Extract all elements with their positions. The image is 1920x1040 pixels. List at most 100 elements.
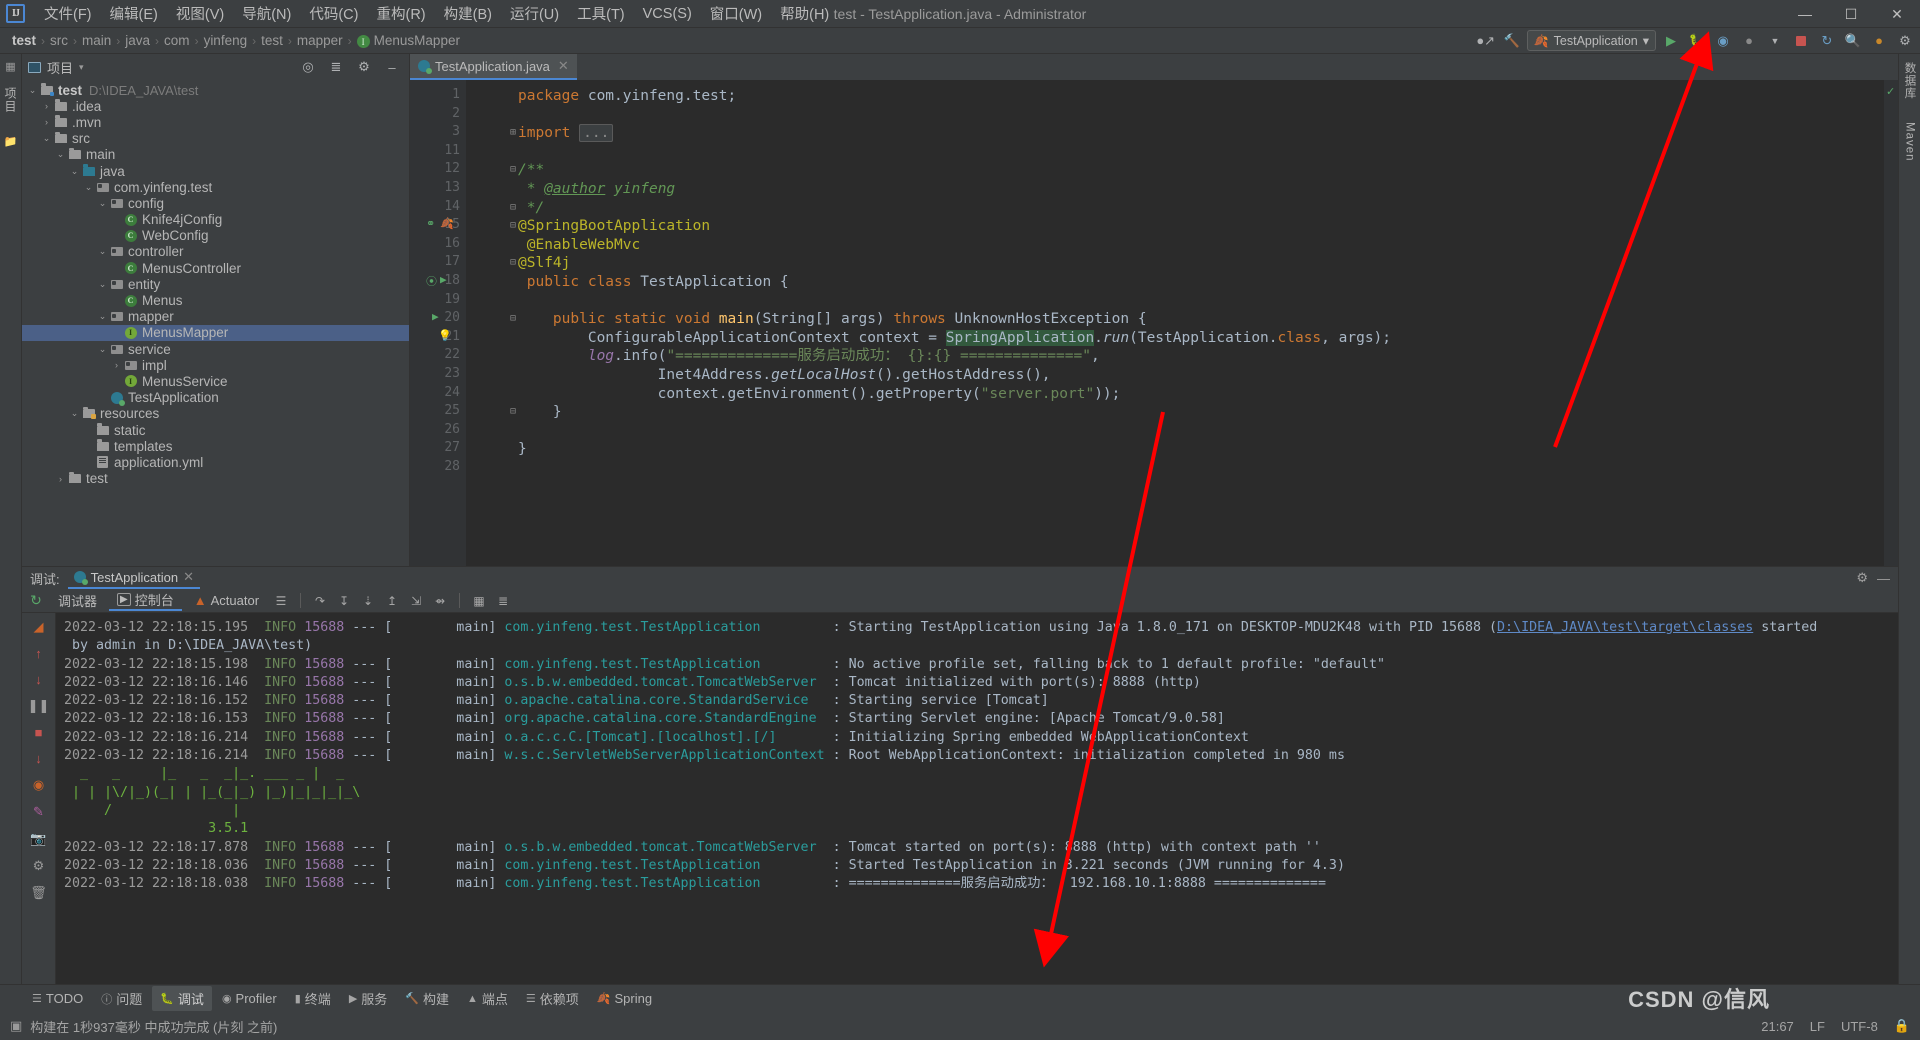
tree-node-Menus[interactable]: ›CMenus xyxy=(22,292,409,308)
tree-node-MenusController[interactable]: ›CMenusController xyxy=(22,260,409,276)
run-icon[interactable]: ▶ xyxy=(1660,30,1682,52)
tree-node-MenusService[interactable]: ›IMenusService xyxy=(22,373,409,389)
tree-node-service[interactable]: ⌄ service xyxy=(22,341,409,357)
status-tab-问题[interactable]: ⓘ 问题 xyxy=(93,986,150,1011)
hammer-icon[interactable]: 🔨 xyxy=(1501,30,1523,52)
tree-node-mapper[interactable]: ⌄ mapper xyxy=(22,309,409,325)
breadcrumb-com[interactable]: com xyxy=(160,33,194,48)
log-link[interactable]: D:\IDEA_JAVA\test\target\classes xyxy=(1497,620,1753,635)
status-tab-终端[interactable]: ▮ 终端 xyxy=(287,986,339,1011)
code-line-24[interactable]: context.getEnvironment().getProperty("se… xyxy=(466,385,1884,404)
tree-node-test[interactable]: › test xyxy=(22,471,409,487)
gutter-line-27[interactable]: 27 xyxy=(410,440,466,459)
code-line-11[interactable] xyxy=(466,143,1884,162)
tree-node-src[interactable]: ⌄ src xyxy=(22,131,409,147)
menu-item-10[interactable]: 窗口(W) xyxy=(701,0,771,27)
trash-icon[interactable]: 🗑 xyxy=(30,885,47,901)
status-tab-构建[interactable]: 🔨 构建 xyxy=(397,986,457,1011)
chevron-down-icon[interactable]: ⌄ xyxy=(54,149,67,160)
profiler-icon[interactable]: ●↗ xyxy=(1475,30,1497,52)
code-line-15[interactable]: ⊟ @SpringBootApplication xyxy=(466,217,1884,236)
menu-item-1[interactable]: 编辑(E) xyxy=(101,0,167,27)
breadcrumb-mapper[interactable]: mapper xyxy=(293,33,347,48)
tree-node-.mvn[interactable]: › .mvn xyxy=(22,114,409,130)
chevron-down-icon[interactable]: ⌄ xyxy=(68,166,81,177)
gutter-line-17[interactable]: 17 xyxy=(410,254,466,273)
code-line-21[interactable]: ConfigurableApplicationContext context =… xyxy=(466,329,1884,348)
coverage-icon[interactable]: ◉ xyxy=(1712,30,1734,52)
tree-node-entity[interactable]: ⌄ entity xyxy=(22,276,409,292)
tree-node-main[interactable]: ⌄ main xyxy=(22,147,409,163)
gutter-line-16[interactable]: 16 xyxy=(410,236,466,255)
run-to-cursor-icon[interactable]: ⇲ xyxy=(406,594,426,608)
tree-node-config[interactable]: ⌄ config xyxy=(22,195,409,211)
close-icon[interactable]: ✕ xyxy=(183,569,194,585)
fold-marker[interactable]: ⊟ xyxy=(510,199,516,218)
gutter-line-28[interactable]: 28 xyxy=(410,459,466,478)
menu-icon[interactable]: ☰ xyxy=(271,594,291,608)
breadcrumb-test[interactable]: test xyxy=(257,33,287,48)
tree-node-com.yinfeng.test[interactable]: ⌄ com.yinfeng.test xyxy=(22,179,409,195)
gutter-line-2[interactable]: 2 xyxy=(410,106,466,125)
right-rail-maven-label[interactable]: Maven xyxy=(1904,122,1916,162)
pause-icon[interactable]: ❚❚ xyxy=(28,698,50,714)
breadcrumb-main[interactable]: main xyxy=(78,33,115,48)
tree-node-TestApplication[interactable]: ›TestApplication xyxy=(22,390,409,406)
evaluate-icon[interactable]: ⇴ xyxy=(430,594,450,608)
status-tab-依赖项[interactable]: ☰ 依赖项 xyxy=(518,986,587,1011)
locate-icon[interactable]: ◎ xyxy=(297,56,319,78)
left-rail-project-label[interactable]: 项目 xyxy=(2,87,19,113)
tree-node-test[interactable]: ⌄ test D:\IDEA_JAVA\test xyxy=(22,82,409,98)
gutter-line-14[interactable]: 14 xyxy=(410,199,466,218)
chevron-down-icon[interactable]: ⌄ xyxy=(96,279,109,290)
chevron-right-icon[interactable]: › xyxy=(54,474,67,484)
code-line-25[interactable]: ⊟ } xyxy=(466,403,1884,422)
settings-icon[interactable]: ⚙ xyxy=(1894,30,1916,52)
hide-icon[interactable]: — xyxy=(1877,571,1890,586)
settings-icon[interactable]: ⚙ xyxy=(33,858,45,874)
maximize-button[interactable]: ☐ xyxy=(1828,0,1874,28)
down-icon[interactable]: ↓ xyxy=(35,672,42,687)
more-run-icon[interactable]: ▼ xyxy=(1764,30,1786,52)
gutter-line-12[interactable]: 12 xyxy=(410,161,466,180)
hide-icon[interactable]: – xyxy=(381,56,403,78)
chevron-down-icon[interactable]: ⌄ xyxy=(82,182,95,193)
chevron-down-icon[interactable]: ⌄ xyxy=(96,344,109,355)
code-line-23[interactable]: Inet4Address.getLocalHost().getHostAddre… xyxy=(466,366,1884,385)
chevron-down-icon[interactable]: ▾ xyxy=(79,62,84,73)
code-line-22[interactable]: log.info("==============服务启动成功： {}:{} ==… xyxy=(466,347,1884,366)
tree-node-controller[interactable]: ⌄ controller xyxy=(22,244,409,260)
code-line-1[interactable]: package com.yinfeng.test; xyxy=(466,87,1884,106)
update-icon[interactable]: ↻ xyxy=(1816,30,1838,52)
code-line-27[interactable]: } xyxy=(466,440,1884,459)
debug-tab-debugger[interactable]: 调试器 xyxy=(50,591,105,610)
gutter-line-1[interactable]: 1 xyxy=(410,87,466,106)
run-icon[interactable]: ▶ xyxy=(432,310,439,323)
frames-icon[interactable]: ▦ xyxy=(469,594,489,608)
breadcrumb-src[interactable]: src xyxy=(46,33,72,48)
code-line-26[interactable] xyxy=(466,422,1884,441)
code-line-3[interactable]: ⊞ import ... xyxy=(466,124,1884,143)
tree-node-java[interactable]: ⌄ java xyxy=(22,163,409,179)
status-tab-TODO[interactable]: ☰ TODO xyxy=(24,988,91,1009)
fold-marker[interactable]: ⊟ xyxy=(510,254,516,273)
tree-node-Knife4jConfig[interactable]: ›CKnife4jConfig xyxy=(22,212,409,228)
debug-tab-actuator[interactable]: ▲ Actuator xyxy=(186,593,267,608)
menu-item-9[interactable]: VCS(S) xyxy=(634,3,701,25)
minimize-button[interactable]: — xyxy=(1782,0,1828,28)
gear-icon[interactable]: ⚙ xyxy=(1856,570,1868,586)
stop-icon[interactable] xyxy=(1790,30,1812,52)
breadcrumb-test[interactable]: test xyxy=(8,33,40,48)
gutter-line-21[interactable]: 💡 21 xyxy=(410,329,466,348)
up-icon[interactable]: ↑ xyxy=(35,646,42,661)
rerun-icon[interactable]: ◢ xyxy=(34,619,44,635)
variables-icon[interactable]: ≣ xyxy=(493,594,513,608)
step-out-icon[interactable]: ↥ xyxy=(382,594,402,608)
fold-marker[interactable]: ⊟ xyxy=(510,161,516,180)
debug-tab-console[interactable]: ▶ 控制台 xyxy=(109,590,182,611)
spring-icon[interactable]: 🍂 xyxy=(440,217,454,230)
close-icon[interactable]: ✕ xyxy=(558,58,569,74)
code-line-2[interactable] xyxy=(466,106,1884,125)
editor-tab-testapplication[interactable]: TestApplication.java ✕ xyxy=(410,54,577,80)
menu-item-6[interactable]: 构建(B) xyxy=(435,0,501,27)
